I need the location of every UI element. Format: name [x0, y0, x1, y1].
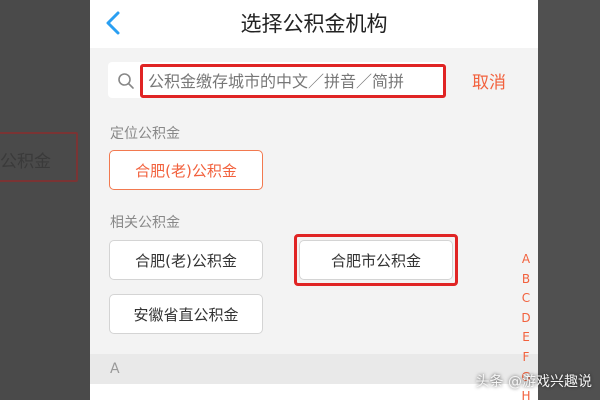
- alphabet-index-letter[interactable]: D: [521, 309, 530, 329]
- located-fund-chip[interactable]: 合肥(老)公积金: [109, 150, 263, 190]
- search-input[interactable]: [140, 64, 446, 98]
- background-ghost-text: 公积金: [0, 152, 51, 172]
- list-first-row: [90, 384, 538, 400]
- alphabet-index-letter[interactable]: B: [522, 270, 530, 290]
- navigation-header: 选择公积金机构: [90, 0, 538, 48]
- list-index-header: A: [90, 354, 538, 384]
- cancel-button[interactable]: 取消: [472, 68, 506, 93]
- alphabet-index-letter[interactable]: E: [522, 328, 530, 348]
- located-section-label: 定位公积金: [110, 126, 180, 142]
- content-area: 定位公积金 合肥(老)公积金 相关公积金 合肥(老)公积金 合肥市公积金 安徽省…: [90, 110, 538, 400]
- related-fund-chip[interactable]: 合肥(老)公积金: [109, 240, 263, 280]
- related-fund-chip[interactable]: 安徽省直公积金: [109, 294, 263, 334]
- background-right-panel: [538, 0, 600, 400]
- watermark-text: 头条 @游戏兴趣说: [475, 374, 592, 390]
- background-left-panel: [0, 0, 90, 400]
- phone-screen: 选择公积金机构 取消 定位公积金 合肥(老)公积金 相关公积金 合肥(老)公积金…: [90, 0, 538, 400]
- alphabet-index-letter[interactable]: C: [522, 289, 530, 309]
- related-section-label: 相关公积金: [110, 215, 180, 231]
- search-bar: 取消: [90, 48, 538, 110]
- alphabet-index-letter[interactable]: F: [523, 348, 530, 368]
- alphabet-index-letter[interactable]: A: [522, 250, 530, 270]
- related-fund-chip[interactable]: 合肥市公积金: [299, 240, 453, 280]
- page-title: 选择公积金机构: [240, 12, 388, 36]
- search-icon: [117, 72, 135, 90]
